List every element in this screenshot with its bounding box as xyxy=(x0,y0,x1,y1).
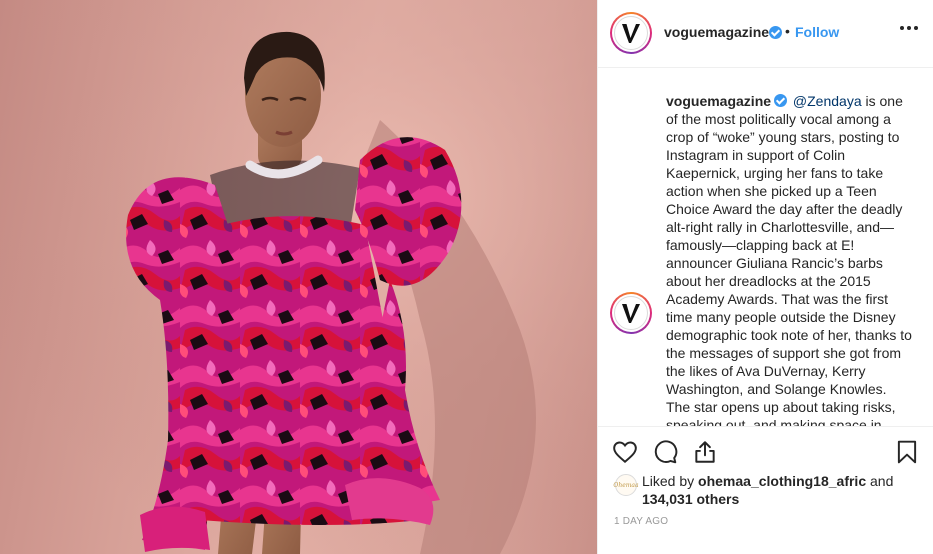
fashion-photo-illustration xyxy=(0,0,597,554)
likes-count[interactable]: 134,031 others xyxy=(642,491,739,507)
verified-badge-icon xyxy=(774,94,788,107)
likes-text: Liked by ohemaa_clothing18_afric and 134… xyxy=(642,472,922,508)
caption-username[interactable]: voguemagazine xyxy=(666,93,771,109)
verified-badge-icon xyxy=(769,26,782,39)
comment-icon[interactable] xyxy=(652,439,678,465)
vogue-logo-icon xyxy=(622,304,640,323)
more-options-icon[interactable] xyxy=(900,22,918,34)
post-photo[interactable] xyxy=(0,0,597,554)
vogue-logo-icon xyxy=(622,24,640,43)
heart-icon[interactable] xyxy=(612,439,638,465)
likes-prefix: Liked by xyxy=(642,473,699,489)
post-username[interactable]: voguemagazine xyxy=(664,24,769,40)
post-side-panel: voguemagazine • Follow voguemagazine @Ze… xyxy=(597,0,933,554)
likes-joiner: and xyxy=(866,473,894,489)
likes-summary: Ohemaa Liked by ohemaa_clothing18_afric … xyxy=(613,470,924,510)
separator-dot: • xyxy=(785,23,790,39)
post-timestamp[interactable]: 1 DAY AGO xyxy=(614,516,668,527)
profile-avatar[interactable] xyxy=(610,12,652,54)
comments-area[interactable]: voguemagazine @Zendaya is one of the mos… xyxy=(598,68,933,426)
liker-avatar[interactable]: Ohemaa xyxy=(613,474,639,496)
post-header: voguemagazine • Follow xyxy=(598,0,933,68)
liker-username[interactable]: ohemaa_clothing18_afric xyxy=(698,473,866,489)
caption-author-avatar[interactable] xyxy=(610,292,652,334)
follow-button[interactable]: Follow xyxy=(795,24,839,40)
liker-avatar-logo-text: Ohemaa xyxy=(613,481,639,489)
caption-text: is one of the most politically vocal amo… xyxy=(666,93,912,426)
caption-mention-link[interactable]: @Zendaya xyxy=(793,93,862,109)
bookmark-icon[interactable] xyxy=(894,439,920,465)
post-caption: voguemagazine @Zendaya is one of the mos… xyxy=(666,92,912,426)
share-icon[interactable] xyxy=(692,439,718,465)
